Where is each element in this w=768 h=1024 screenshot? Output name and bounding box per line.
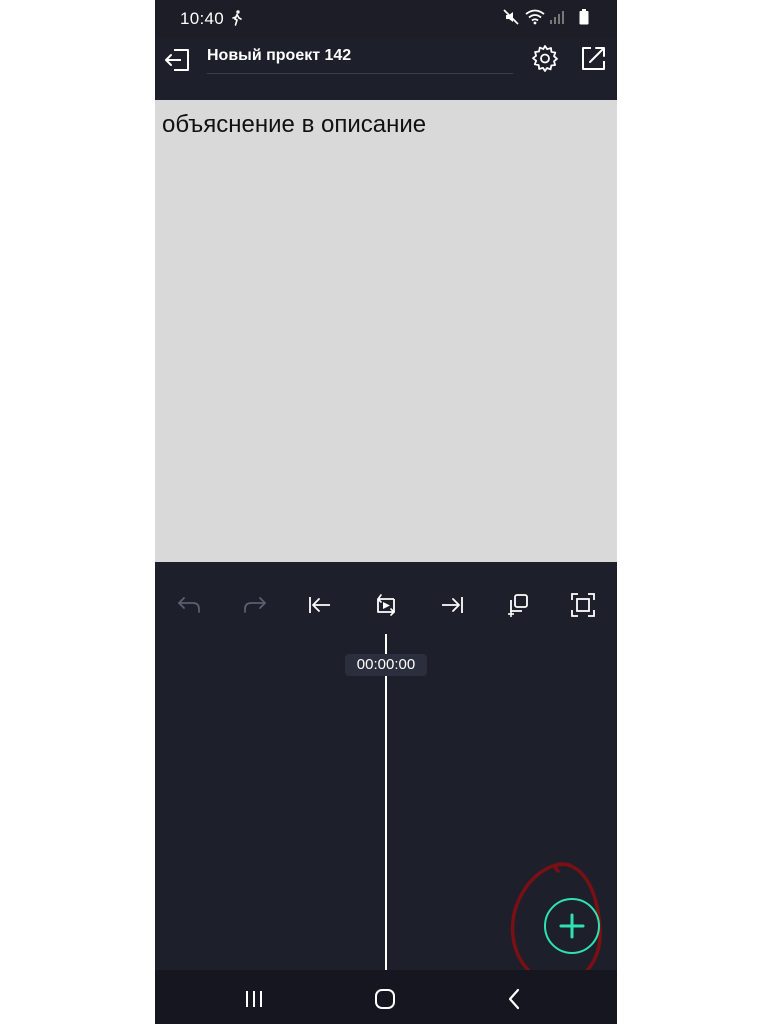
redo-icon — [244, 597, 266, 613]
playhead[interactable] — [385, 634, 387, 970]
redo-button[interactable] — [241, 591, 269, 619]
jump-to-start-button[interactable] — [306, 591, 334, 619]
export-icon — [582, 47, 605, 70]
status-time: 10:40 — [180, 9, 225, 28]
fullscreen-button[interactable] — [569, 591, 597, 619]
jump-to-end-button[interactable] — [438, 591, 466, 619]
project-title[interactable]: Новый проект 142 — [207, 47, 351, 65]
add-media-button[interactable] — [544, 898, 600, 954]
home-icon — [375, 989, 395, 1009]
battery-icon — [579, 9, 589, 25]
walk-icon — [231, 10, 243, 31]
jump-to-start-icon — [309, 597, 330, 613]
editor-toolbar — [155, 562, 617, 632]
home-button[interactable] — [371, 987, 399, 1011]
preview-text[interactable]: объяснение в описание — [162, 111, 426, 139]
back-button[interactable] — [163, 44, 195, 76]
export-button[interactable] — [578, 43, 608, 73]
wifi-icon — [525, 9, 545, 25]
duplicate-button[interactable] — [504, 591, 532, 619]
play-preview-icon — [376, 594, 396, 616]
undo-button[interactable] — [175, 591, 203, 619]
phone-screen: 10:40 Новый проект 142 объяснение в опис… — [155, 0, 617, 1024]
timecode: 00:00:00 — [345, 654, 427, 676]
plus-icon — [559, 913, 585, 939]
signal-icon — [550, 11, 564, 24]
undo-icon — [178, 597, 200, 613]
mute-icon — [503, 9, 519, 25]
timeline[interactable]: 00:00:00 — [155, 632, 617, 985]
fullscreen-icon — [571, 593, 595, 617]
status-bar: 10:40 — [155, 0, 617, 38]
app-header: Новый проект 142 — [155, 38, 617, 100]
jump-to-end-icon — [442, 597, 463, 613]
back-nav-icon — [508, 988, 520, 1010]
preview-canvas[interactable]: объяснение в описание — [155, 100, 617, 562]
back-icon — [165, 49, 189, 71]
system-nav-bar — [155, 970, 617, 1024]
settings-button[interactable] — [530, 43, 560, 73]
duplicate-icon — [508, 594, 528, 617]
recent-apps-icon — [246, 991, 262, 1007]
recent-apps-button[interactable] — [241, 987, 269, 1011]
back-nav-button[interactable] — [501, 987, 529, 1011]
gear-icon — [532, 45, 558, 72]
title-underline — [207, 73, 513, 74]
play-preview-button[interactable] — [372, 591, 400, 619]
